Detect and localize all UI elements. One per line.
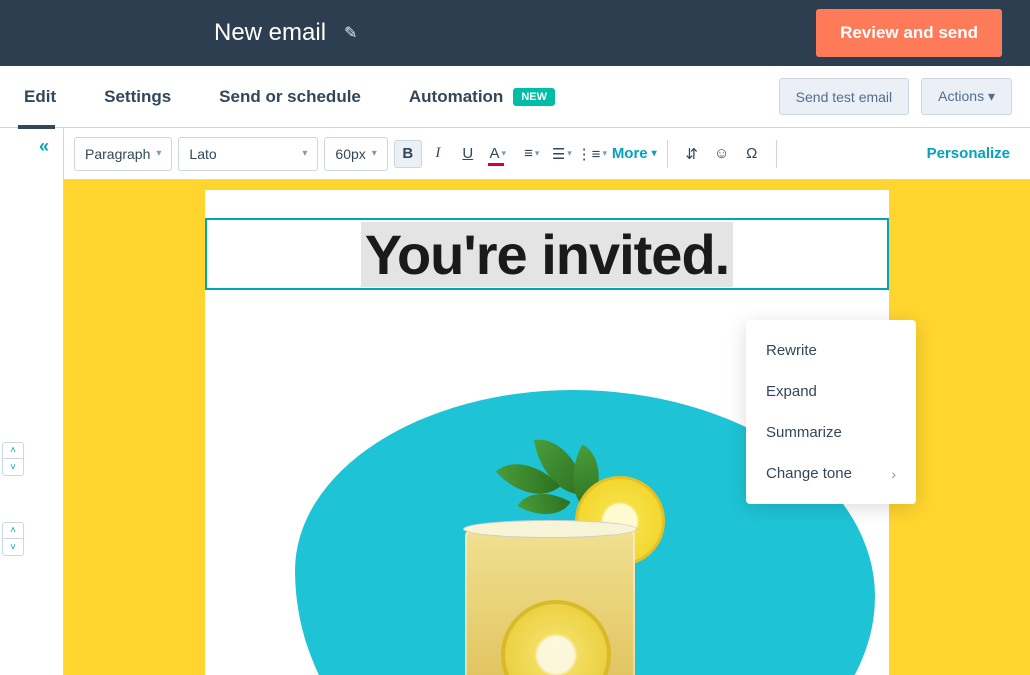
chevron-down-icon: ▾ [156, 148, 161, 159]
unordered-list-button[interactable]: ⋮≡▾ [578, 140, 606, 168]
menu-item-label: Change tone [766, 465, 852, 482]
glass-rim [463, 520, 637, 538]
edit-title-icon[interactable]: ✎ [344, 23, 357, 43]
separator [776, 140, 777, 168]
tab-settings[interactable]: Settings [80, 66, 195, 128]
reorder-control: ˄ ˅ [2, 442, 24, 476]
chevron-down-icon: ▾ [567, 148, 572, 159]
lemonade-image [445, 420, 655, 675]
chevron-down-icon: ▾ [372, 148, 377, 159]
move-up-icon[interactable]: ˄ [3, 443, 23, 459]
tab-send-or-schedule[interactable]: Send or schedule [195, 66, 385, 128]
insert-group: ⇵ ☺ Ω [678, 140, 766, 168]
separator [667, 140, 668, 168]
send-test-email-button[interactable]: Send test email [779, 78, 910, 115]
actions-dropdown[interactable]: Actions ▾ [921, 78, 1012, 115]
subnav-tabs: Edit Settings Send or schedule Automatio… [18, 66, 579, 128]
menu-item-rewrite[interactable]: Rewrite [746, 330, 916, 371]
chevron-right-icon: › [891, 466, 896, 482]
font-family-select[interactable]: Lato▾ [178, 137, 318, 171]
menu-item-change-tone[interactable]: Change tone › [746, 453, 916, 494]
title-wrap: New email ✎ [214, 19, 357, 47]
subnav-actions: Send test email Actions ▾ [779, 78, 1012, 115]
more-dropdown[interactable]: More▾ [612, 145, 657, 162]
chevron-down-icon: ▾ [652, 148, 657, 159]
headline-block[interactable]: You're invited. [205, 218, 889, 290]
text-toolbar: Paragraph▾ Lato▾ 60px▾ B I U A▾ ≡▾ ☰▾ ⋮≡… [64, 128, 1030, 180]
chevron-down-icon: ▾ [502, 148, 507, 159]
menu-item-expand[interactable]: Expand [746, 371, 916, 412]
align-list-group: ≡▾ ☰▾ ⋮≡▾ [518, 140, 606, 168]
tab-automation-label: Automation [409, 87, 503, 107]
left-gutter: « ˄ ˅ ˄ ˅ [0, 128, 64, 675]
headline-text[interactable]: You're invited. [361, 222, 733, 287]
chevron-down-icon: ▾ [602, 148, 607, 159]
text-color-button[interactable]: A▾ [484, 140, 512, 168]
align-button[interactable]: ≡▾ [518, 140, 546, 168]
collapse-sidebar-icon[interactable]: « [39, 136, 49, 157]
special-char-icon[interactable]: Ω [738, 140, 766, 168]
tab-edit[interactable]: Edit [18, 66, 80, 128]
chevron-down-icon: ▾ [535, 148, 540, 159]
ordered-list-button[interactable]: ☰▾ [548, 140, 576, 168]
chevron-down-icon: ▾ [302, 148, 307, 159]
paragraph-style-select[interactable]: Paragraph▾ [74, 137, 172, 171]
italic-button[interactable]: I [424, 140, 452, 168]
move-up-icon[interactable]: ˄ [3, 523, 23, 539]
new-badge: NEW [513, 88, 555, 106]
personalize-button[interactable]: Personalize [917, 145, 1020, 162]
ai-context-menu: Rewrite Expand Summarize Change tone › [746, 320, 916, 504]
chevron-down-icon: ▾ [988, 88, 995, 104]
format-group: B I U A▾ [394, 140, 512, 168]
underline-button[interactable]: U [454, 140, 482, 168]
link-icon[interactable]: ⇵ [678, 140, 706, 168]
font-size-select[interactable]: 60px▾ [324, 137, 387, 171]
email-title: New email [214, 19, 326, 47]
bold-button[interactable]: B [394, 140, 422, 168]
emoji-icon[interactable]: ☺ [708, 140, 736, 168]
review-and-send-button[interactable]: Review and send [816, 9, 1002, 57]
move-down-icon[interactable]: ˅ [3, 459, 23, 475]
reorder-control: ˄ ˅ [2, 522, 24, 556]
subnav: Edit Settings Send or schedule Automatio… [0, 66, 1030, 128]
tab-automation[interactable]: Automation NEW [385, 66, 579, 128]
menu-item-summarize[interactable]: Summarize [746, 412, 916, 453]
move-down-icon[interactable]: ˅ [3, 539, 23, 555]
app-header: New email ✎ Review and send [0, 0, 1030, 66]
